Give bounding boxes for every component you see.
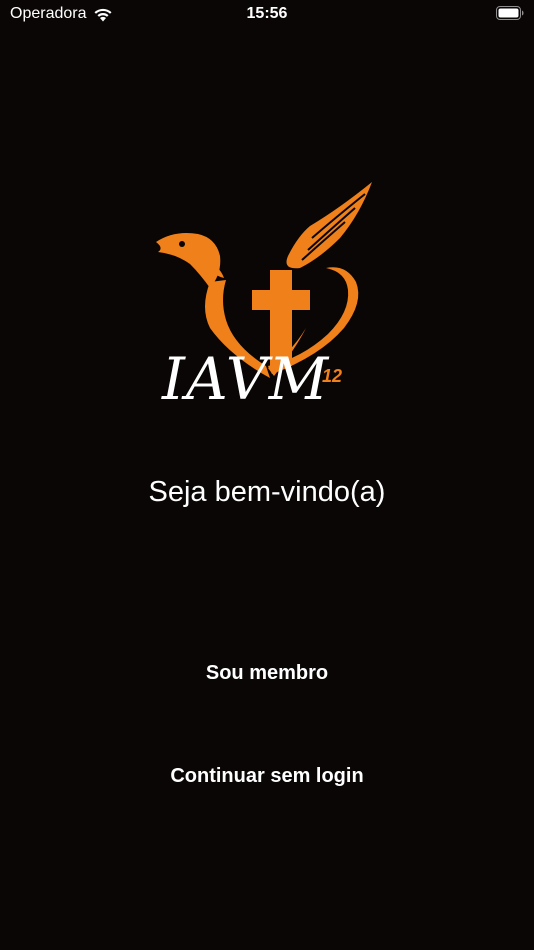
battery-icon [496, 6, 524, 20]
welcome-title: Seja bem-vindo(a) [148, 476, 386, 508]
continue-without-login-button[interactable]: Continuar sem login [30, 751, 504, 801]
member-login-button[interactable]: Sou membro [30, 648, 504, 698]
logo-wordmark: IAVM [162, 345, 330, 413]
logo-superscript: 12 [322, 366, 343, 386]
status-time: 15:56 [246, 5, 288, 22]
welcome-screen: Operadora 15:56 IAVM 12 Seja bem-vindo(a… [0, 0, 534, 950]
status-bar: Operadora 15:56 [0, 0, 534, 30]
